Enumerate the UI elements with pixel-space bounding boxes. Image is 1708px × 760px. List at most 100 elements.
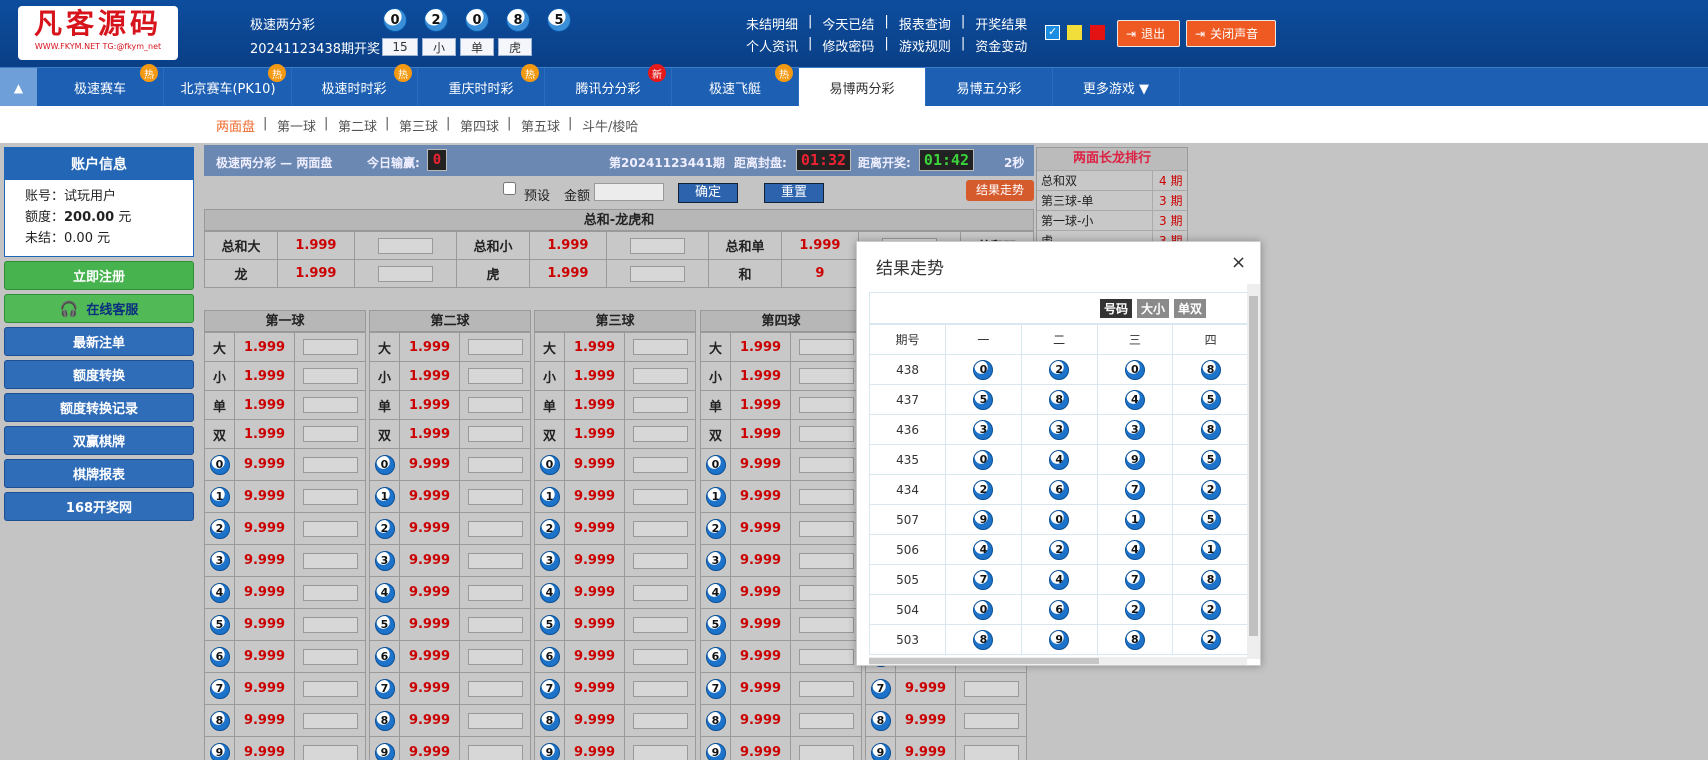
header-link[interactable]: 个人资讯: [746, 36, 798, 55]
ball-bet-input[interactable]: [632, 426, 688, 442]
header-link[interactable]: 报表查询: [899, 14, 951, 33]
header-link[interactable]: 游戏规则: [899, 36, 951, 55]
nav-tab-5[interactable]: 腾讯分分彩新: [545, 64, 672, 107]
ball-bet-input[interactable]: [467, 616, 523, 633]
ball-bet-input[interactable]: [632, 368, 688, 384]
ball-bet-input[interactable]: [467, 339, 523, 355]
ball-bet-input[interactable]: [798, 456, 854, 473]
ball-bet-input[interactable]: [798, 426, 854, 442]
ball-bet-input[interactable]: [467, 648, 523, 665]
modal-tab-1[interactable]: 号码: [1100, 299, 1133, 318]
ball-bet-input[interactable]: [302, 456, 358, 473]
reset-button[interactable]: 重置: [764, 183, 824, 203]
nav-tab-3[interactable]: 极速时时彩热: [291, 64, 418, 107]
ball-bet-input[interactable]: [302, 744, 358, 760]
ball-bet-input[interactable]: [632, 520, 688, 537]
ball-bet-input[interactable]: [798, 744, 854, 760]
ball-bet-input[interactable]: [798, 584, 854, 601]
ball-bet-input[interactable]: [467, 680, 523, 697]
preset-checkbox[interactable]: [503, 182, 516, 195]
header-link[interactable]: 修改密码: [822, 36, 874, 55]
scroll-thumb[interactable]: [869, 658, 1099, 664]
sidebar-button-2[interactable]: 🎧 在线客服: [4, 294, 194, 323]
ball-bet-input[interactable]: [302, 584, 358, 601]
theme-blue-checkbox[interactable]: ✓: [1045, 25, 1060, 40]
ball-bet-input[interactable]: [467, 520, 523, 537]
ball-bet-input[interactable]: [302, 616, 358, 633]
ball-bet-input[interactable]: [632, 648, 688, 665]
nav-tab-1[interactable]: 极速赛车热: [37, 64, 164, 107]
sum-bet-input[interactable]: [377, 237, 433, 254]
modal-vertical-scrollbar[interactable]: [1247, 284, 1260, 659]
ball-bet-input[interactable]: [632, 552, 688, 569]
ball-bet-input[interactable]: [798, 680, 854, 697]
ball-bet-input[interactable]: [632, 339, 688, 355]
sidebar-button-4[interactable]: 额度转换: [4, 360, 194, 389]
nav-tab-9[interactable]: 更多游戏 ▼: [1053, 68, 1180, 107]
theme-yellow-swatch[interactable]: [1067, 25, 1082, 40]
ball-bet-input[interactable]: [963, 744, 1019, 760]
ball-bet-input[interactable]: [467, 744, 523, 760]
ball-bet-input[interactable]: [467, 397, 523, 413]
ball-bet-input[interactable]: [632, 456, 688, 473]
header-link[interactable]: 资金变动: [975, 36, 1027, 55]
ball-bet-input[interactable]: [963, 712, 1019, 729]
modal-horizontal-scrollbar[interactable]: [869, 657, 1247, 665]
sidebar-button-5[interactable]: 额度转换记录: [4, 393, 194, 422]
ball-bet-input[interactable]: [302, 368, 358, 384]
ball-bet-input[interactable]: [798, 339, 854, 355]
ball-bet-input[interactable]: [302, 520, 358, 537]
ball-bet-input[interactable]: [467, 456, 523, 473]
ball-bet-input[interactable]: [798, 488, 854, 505]
site-logo[interactable]: 凡客源码 WWW.FKYM.NET TG:@fkym_net: [18, 6, 178, 60]
ball-bet-input[interactable]: [798, 648, 854, 665]
ball-bet-input[interactable]: [302, 397, 358, 413]
ball-bet-input[interactable]: [302, 648, 358, 665]
ball-bet-input[interactable]: [798, 616, 854, 633]
ball-bet-input[interactable]: [632, 488, 688, 505]
ball-bet-input[interactable]: [632, 680, 688, 697]
refresh-timer[interactable]: 2秒: [1004, 154, 1024, 171]
ball-bet-input[interactable]: [798, 397, 854, 413]
amount-input[interactable]: [594, 183, 664, 201]
nav-tab-7[interactable]: 易博两分彩: [799, 68, 926, 107]
ball-bet-input[interactable]: [632, 744, 688, 760]
confirm-button[interactable]: 确定: [678, 183, 738, 203]
modal-tab-2[interactable]: 大小: [1137, 299, 1170, 318]
nav-tab-8[interactable]: 易博五分彩: [926, 68, 1053, 107]
sound-toggle-button[interactable]: ⇥ 关闭声音: [1186, 20, 1276, 47]
sidebar-button-7[interactable]: 棋牌报表: [4, 459, 194, 488]
close-icon[interactable]: ×: [1231, 252, 1246, 273]
subnav-item[interactable]: 第二球: [338, 116, 377, 135]
ball-bet-input[interactable]: [632, 584, 688, 601]
subnav-item[interactable]: 第三球: [399, 116, 438, 135]
sum-bet-input[interactable]: [629, 237, 685, 254]
subnav-item[interactable]: 第一球: [277, 116, 316, 135]
ball-bet-input[interactable]: [798, 520, 854, 537]
sidebar-button-6[interactable]: 双赢棋牌: [4, 426, 194, 455]
subnav-item[interactable]: 第四球: [460, 116, 499, 135]
ball-bet-input[interactable]: [302, 680, 358, 697]
subnav-item[interactable]: 两面盘: [216, 116, 255, 135]
ball-bet-input[interactable]: [467, 712, 523, 729]
ball-bet-input[interactable]: [963, 680, 1019, 697]
header-link[interactable]: 开奖结果: [975, 14, 1027, 33]
ball-bet-input[interactable]: [632, 712, 688, 729]
ball-bet-input[interactable]: [302, 488, 358, 505]
trend-button[interactable]: 结果走势: [966, 180, 1034, 201]
ball-bet-input[interactable]: [798, 712, 854, 729]
ball-bet-input[interactable]: [467, 584, 523, 601]
modal-tab-3[interactable]: 单双: [1174, 299, 1207, 318]
nav-tab-6[interactable]: 极速飞艇热: [672, 64, 799, 107]
sidebar-button-8[interactable]: 168开奖网: [4, 492, 194, 521]
ball-bet-input[interactable]: [302, 426, 358, 442]
header-link[interactable]: 今天已结: [822, 14, 874, 33]
nav-tab-4[interactable]: 重庆时时彩热: [418, 64, 545, 107]
ball-bet-input[interactable]: [632, 397, 688, 413]
sidebar-button-1[interactable]: 立即注册: [4, 261, 194, 290]
ball-bet-input[interactable]: [798, 368, 854, 384]
ball-bet-input[interactable]: [302, 712, 358, 729]
logout-button[interactable]: ⇥ 退出: [1117, 20, 1180, 47]
ball-bet-input[interactable]: [467, 426, 523, 442]
ball-bet-input[interactable]: [467, 552, 523, 569]
